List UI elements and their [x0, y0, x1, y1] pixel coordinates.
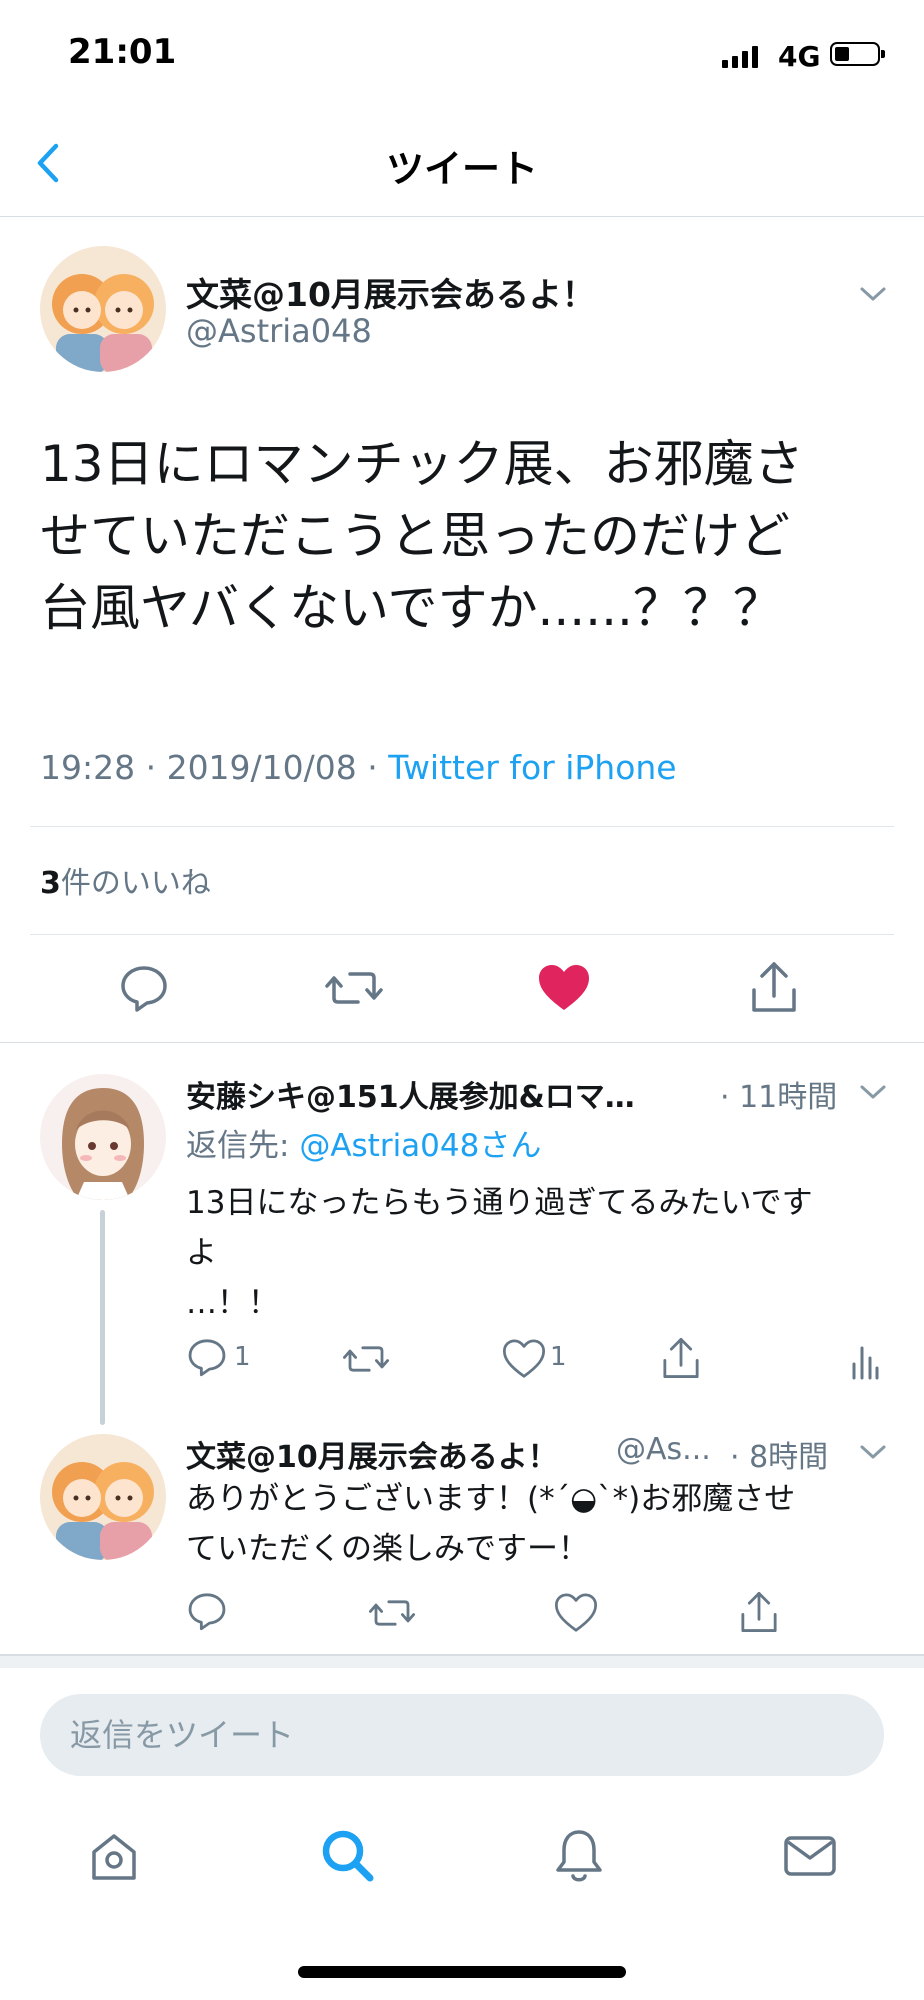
reply-author-name[interactable]: 安藤シキ@151人展参加&ロマ…: [186, 1072, 635, 1116]
retweet-icon[interactable]: [342, 1338, 390, 1380]
share-icon[interactable]: [660, 1334, 702, 1382]
mail-icon[interactable]: [782, 1832, 838, 1880]
reply-icon[interactable]: [186, 1336, 228, 1378]
divider: [30, 934, 894, 935]
reply-time: · 8時間: [730, 1440, 829, 1475]
divider: [0, 1042, 924, 1043]
reply-icon[interactable]: [186, 1590, 228, 1632]
author-handle[interactable]: @Astria048: [186, 312, 372, 350]
tweet-text: 13日にロマンチック展、お邪魔さ せていただこうと思ったのだけど 台風ヤバくない…: [40, 428, 890, 644]
tweet-text-line: 台風ヤバくないですか......？？？: [40, 579, 783, 637]
chevron-down-icon[interactable]: [858, 284, 888, 304]
tweet-source-link[interactable]: Twitter for iPhone: [388, 748, 676, 787]
reply-text-line: ていただくの楽しみですー！: [186, 1531, 589, 1567]
likes-count[interactable]: 3件のいいね: [40, 858, 211, 902]
page-title: ツイート: [385, 147, 538, 191]
tweet-timestamp: 19:28 · 2019/10/08 ·: [40, 748, 389, 787]
analytics-icon[interactable]: [850, 1340, 880, 1380]
tweet-text-line: 13日にロマンチック展、お邪魔さ: [40, 435, 804, 493]
chevron-down-icon[interactable]: [858, 1082, 888, 1102]
reply-text: ありがとうございます！(*´◒`*)お邪魔させ ていただくの楽しみですー！: [186, 1474, 886, 1574]
signal-icon: [722, 44, 758, 68]
reply-icon[interactable]: [118, 962, 170, 1014]
home-icon[interactable]: [86, 1828, 142, 1884]
retweet-icon[interactable]: [368, 1592, 416, 1634]
like-count: 1: [550, 1342, 567, 1372]
share-icon[interactable]: [748, 958, 800, 1016]
reply-input[interactable]: [40, 1694, 884, 1776]
chevron-down-icon[interactable]: [858, 1442, 888, 1462]
reply-text-line: ありがとうございます！(*´◒`*)お邪魔させ: [186, 1481, 796, 1517]
reply-text-line: 13日になったらもう通り過ぎてるみたいです: [186, 1185, 813, 1221]
nav-divider: [0, 216, 924, 217]
author-name[interactable]: 文菜@10月展示会あるよ！: [186, 268, 595, 316]
reply-time: · 11時間: [720, 1080, 838, 1115]
reply-to-mention[interactable]: @Astria048さん: [299, 1128, 541, 1164]
thread-line: [100, 1210, 105, 1425]
network-type: 4G: [778, 40, 821, 73]
reply-text: 13日になったらもう通り過ぎてるみたいです よ …！！: [186, 1178, 886, 1328]
share-icon[interactable]: [738, 1588, 780, 1636]
reply-author-name[interactable]: 文菜@10月展示会あるよ！: [186, 1432, 558, 1476]
tweet-text-line: せていただこうと思ったのだけど: [40, 507, 790, 565]
divider: [30, 826, 894, 827]
section-gap: [0, 1656, 924, 1668]
reply-text-line: …！！: [186, 1285, 279, 1321]
search-icon[interactable]: [318, 1826, 378, 1886]
reply-count: 1: [234, 1342, 251, 1372]
reply-text-line: よ: [186, 1235, 217, 1271]
bell-icon[interactable]: [552, 1826, 606, 1886]
reply-to: 返信先: @Astria048さん: [186, 1120, 541, 1165]
likes-label: 件のいいね: [60, 866, 211, 901]
reply-author-handle[interactable]: @As...: [616, 1432, 711, 1467]
home-indicator[interactable]: [298, 1966, 626, 1978]
heart-icon[interactable]: [502, 1338, 546, 1380]
reply-to-label: 返信先:: [186, 1128, 300, 1164]
heart-icon[interactable]: [554, 1592, 598, 1634]
likes-number: 3: [40, 866, 61, 901]
avatar[interactable]: [40, 1074, 166, 1200]
heart-filled-icon[interactable]: [536, 962, 592, 1014]
retweet-icon[interactable]: [324, 962, 384, 1014]
avatar[interactable]: [40, 246, 166, 372]
avatar[interactable]: [40, 1434, 166, 1560]
battery-icon: [830, 42, 885, 66]
status-time: 21:01: [68, 32, 177, 72]
tweet-meta: 19:28 · 2019/10/08 · Twitter for iPhone: [40, 748, 677, 787]
